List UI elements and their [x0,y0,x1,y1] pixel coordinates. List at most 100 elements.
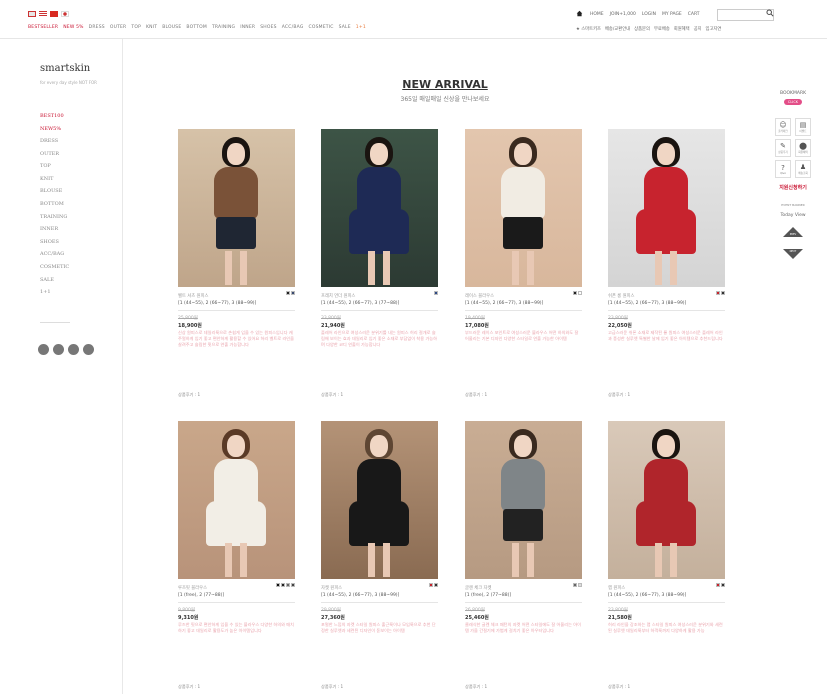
facebook-icon[interactable] [53,344,64,355]
top-link[interactable]: JOIN+1,000 [610,12,636,17]
product-image[interactable] [608,421,725,579]
sub-link[interactable]: 입고지연 [706,26,722,32]
flag-icon-jp[interactable] [61,11,69,17]
kakao-icon[interactable] [83,344,94,355]
product-review-count: 상품후기 : 1 [465,684,488,689]
top-link[interactable]: MY PAGE [662,12,682,17]
sidebar-item[interactable]: DRESS [40,137,69,145]
product-card[interactable]: 글렌 체크 자켓 [1 (free), 2 (77~88)] 26,800원 25,4… [465,421,582,689]
color-swatch [434,291,438,295]
model-skirt [216,217,256,249]
product-size: [1 (44~55), 2 (66~77), 3 (88~99)] [178,301,257,306]
sidebar-item[interactable]: NEW5% [40,125,69,133]
model-face [227,143,245,165]
category-nav-item[interactable]: BOTTOM [186,25,207,30]
flag-icon-kr[interactable] [28,11,36,17]
next-label: NEXT [789,250,797,253]
product-name[interactable]: 자켓 원피스 [321,585,342,591]
sidebar-item[interactable]: INNER [40,225,69,233]
category-nav-item[interactable]: KNIT [146,25,157,30]
product-name[interactable]: 랩 원피스 [608,585,625,591]
product-card[interactable]: 자켓 원피스 [1 (44~55), 2 (66~77), 3 (88~99)] 2… [321,421,438,689]
product-price: 17,080원 [465,323,489,329]
logo[interactable]: smartskin [40,63,90,74]
search-icon[interactable] [766,9,774,17]
sidebar-item[interactable]: COSMETIC [40,263,69,271]
sidebar-item[interactable]: BEST100 [40,112,69,120]
category-nav-item[interactable]: ACC/BAG [282,25,304,30]
sub-link[interactable]: 회원혜택 [674,26,690,32]
blog-icon[interactable] [68,344,79,355]
product-image[interactable] [608,129,725,287]
model-legs [368,543,375,577]
sidebar-item[interactable]: 1+1 [40,288,69,296]
product-image[interactable] [321,129,438,287]
flag-icon-us[interactable] [39,11,47,17]
sidebar-item[interactable]: TOP [40,162,69,170]
category-nav-item[interactable]: TOP [131,25,141,30]
product-name[interactable]: 레이스 블라우스 [465,293,494,299]
sub-link[interactable]: 상품문의 [634,26,650,32]
product-price: 18,900원 [178,323,202,329]
product-card[interactable]: 레이스 블라우스 [1 (44~55), 2 (66~77), 3 (88~99)… [465,129,582,397]
category-nav-item[interactable]: OUTER [110,25,127,30]
top-link[interactable]: LOGIN [642,12,656,17]
category-nav-item[interactable]: BLOUSE [162,25,181,30]
flag-icon-cn[interactable] [50,11,58,17]
product-name[interactable]: 프레치 언더 원피스 [321,293,355,299]
category-nav-item[interactable]: DRESS [89,25,105,30]
sidebar-item[interactable]: SALE [40,276,69,284]
product-name[interactable]: 루즈핏 블라우스 [178,585,207,591]
product-image[interactable] [178,421,295,579]
product-card[interactable]: 쉬폰 롱 원피스 [1 (44~55), 2 (66~77), 3 (88~99)… [608,129,725,397]
product-review-count: 상품후기 : 1 [178,392,201,397]
category-nav-item[interactable]: COSMETIC [309,25,334,30]
color-swatches [276,583,295,587]
category-nav-item[interactable]: NEW 5% [63,25,83,30]
sidebar-item[interactable]: KNIT [40,175,69,183]
product-name[interactable]: 벨트 셔츠 원피스 [178,293,208,299]
sub-link[interactable]: ★ 스마트키즈 [576,26,601,32]
category-nav-item[interactable]: BESTSELLER [28,25,58,30]
sidebar-item[interactable]: BOTTOM [40,200,69,208]
quick-menu-button[interactable]: ? Q&A [775,160,791,178]
color-swatch [578,291,582,295]
product-image[interactable] [465,421,582,579]
quick-menu-button[interactable]: ♟ 배송조회 [795,160,811,178]
product-card[interactable]: 루즈핏 블라우스 [1 (free), 2 (77~88)] 9,800원 9,310… [178,421,295,689]
category-nav-item[interactable]: SHOES [260,25,276,30]
sidebar-item[interactable]: ACC/BAG [40,250,69,258]
bookmark-badge[interactable]: CLICK [784,99,802,105]
product-image[interactable] [465,129,582,287]
today-view-label: Today View [780,213,806,218]
product-card[interactable]: 벨트 셔츠 원피스 [1 (44~55), 2 (66~77), 3 (88~99… [178,129,295,397]
sub-link[interactable]: 무료배송 [654,26,670,32]
top-link[interactable]: CART [688,12,700,17]
category-nav-item[interactable]: TRAINING [212,25,235,30]
model-legs [655,543,662,577]
product-name[interactable]: 글렌 체크 자켓 [465,585,491,591]
product-image[interactable] [178,129,295,287]
sidebar-item[interactable]: BLOUSE [40,187,69,195]
instagram-icon[interactable] [38,344,49,355]
sidebar-item[interactable]: OUTER [40,150,69,158]
product-image[interactable] [321,421,438,579]
product-name[interactable]: 쉬폰 롱 원피스 [608,293,634,299]
home-icon[interactable] [576,10,583,17]
sub-link[interactable]: 배송/교환안내 [605,26,630,32]
quick-menu-button[interactable]: ▤ 이벤트 [795,118,811,136]
quick-menu-button[interactable]: ☺ 출석체크 [775,118,791,136]
product-card[interactable]: 프레치 언더 원피스 [1 (44~55), 2 (66~77), 3 (77~8… [321,129,438,397]
event-banner[interactable]: 지원신청하기 EVENT BANNER [775,184,811,207]
top-link[interactable]: HOME [590,12,604,17]
bookmark-label[interactable]: BOOKMARK [775,91,811,96]
product-card[interactable]: 랩 원피스 [1 (44~55), 2 (66~77), 3 (88~99)] 23… [608,421,725,689]
category-nav-item[interactable]: 1+1 [356,25,366,30]
category-nav-item[interactable]: INNER [240,25,255,30]
quick-menu-button[interactable]: ⬤ 회원혜택 [795,139,811,157]
quick-menu-button[interactable]: ✎ 상품후기 [775,139,791,157]
sub-link[interactable]: 공지 [694,26,702,32]
category-nav-item[interactable]: SALE [339,25,351,30]
sidebar-item[interactable]: TRAINING [40,213,69,221]
sidebar-item[interactable]: SHOES [40,238,69,246]
